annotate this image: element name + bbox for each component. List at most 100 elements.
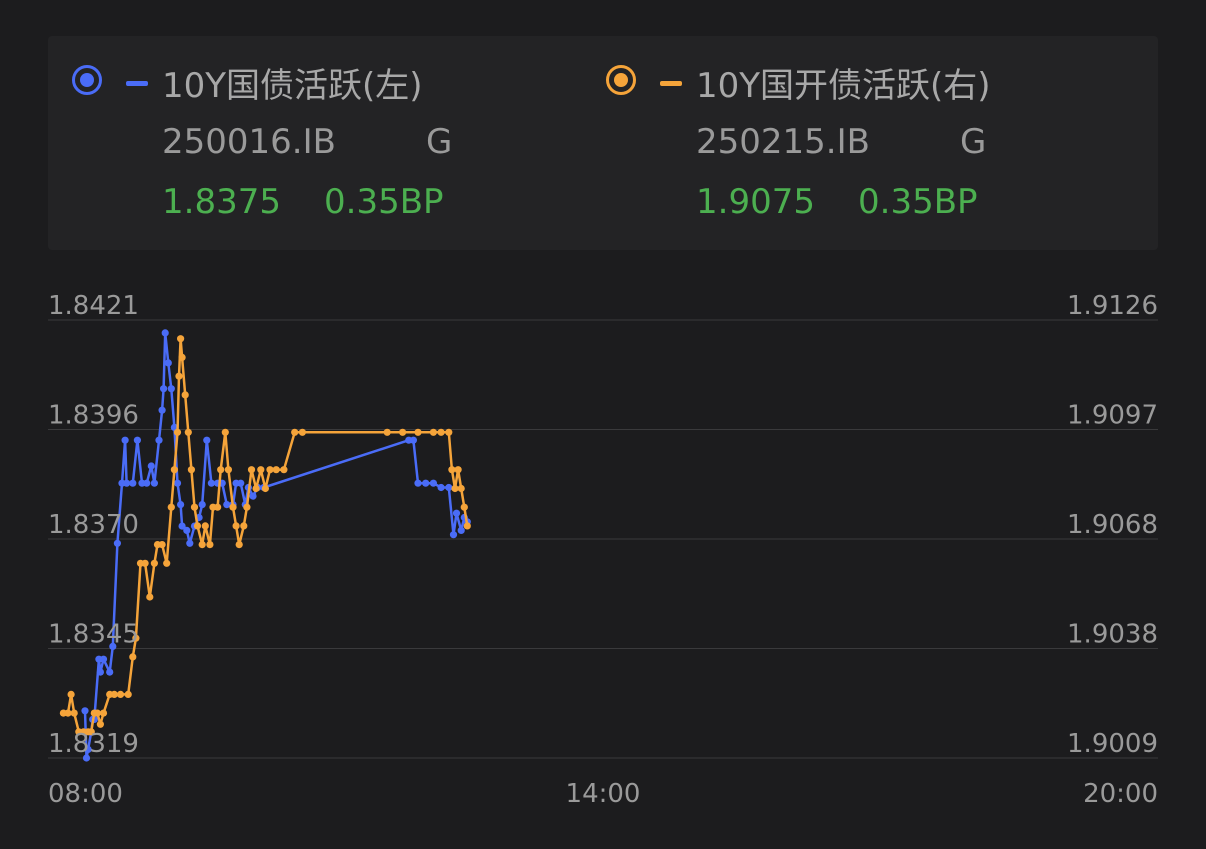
data-point [437,428,445,436]
y-left-tick-label: 1.8396 [48,401,139,431]
x-tick-label: 08:00 [48,779,123,809]
bond-yield: 1.9075 [696,182,815,222]
data-point [448,466,456,474]
data-point [429,428,437,436]
legend-panel: 10Y国债活跃(左) 250016.IB G 1.8375 0.35BP 10Y… [48,36,1158,250]
data-point [445,428,453,436]
data-point [187,466,195,474]
series-bond-10y [81,329,471,762]
data-point [429,479,437,487]
data-point [175,372,183,380]
data-point [96,720,104,728]
line-swatch-icon [126,81,148,86]
data-point [147,462,155,470]
data-point [298,428,306,436]
x-tick-label: 14:00 [566,779,641,809]
data-point [437,483,445,492]
data-point [158,406,166,414]
data-point [463,522,471,530]
data-point [173,428,182,436]
data-point [181,391,189,399]
data-point [198,501,206,509]
data-point [272,466,280,474]
data-point [178,353,186,361]
data-point [266,466,274,474]
data-point [457,484,465,493]
y-right-tick-label: 1.9068 [1067,510,1158,540]
data-point [133,436,141,444]
data-point [67,690,75,698]
data-point [252,484,260,493]
bond-change: 0.35BP [858,182,978,222]
data-point [123,479,131,487]
bond-change: 0.35BP [324,182,444,222]
data-point [207,479,215,487]
data-point [257,466,265,474]
data-point [383,428,391,436]
data-point [93,709,101,717]
data-point [449,531,458,539]
data-point [167,385,175,393]
chart-canvas[interactable]: 1.8421 1.9126 1.8396 1.9097 1.8370 1.9068 1.83… [0,270,1206,849]
data-point [247,466,256,474]
data-point [161,329,169,337]
data-point [143,479,151,487]
radio-selected-icon[interactable] [72,65,102,95]
legend-item-bond-10y[interactable]: 10Y国债活跃(左) 250016.IB G 1.8375 0.35BP [72,36,572,250]
data-point [198,541,206,549]
bond-grade: G [960,122,987,162]
data-point [217,466,225,474]
data-point [460,503,468,511]
data-point [113,539,121,547]
data-point [240,522,248,530]
data-point [203,436,211,444]
bond-code: 250016.IB [162,122,336,162]
data-point [223,501,231,509]
data-point [183,526,191,534]
data-point [454,466,462,474]
data-point [121,436,129,444]
data-point [399,428,407,436]
data-point [184,428,192,436]
series-line [83,331,469,760]
legend-item-cdb-10y[interactable]: 10Y国开债活跃(右) 250215.IB G 1.9075 0.35BP [606,36,1106,250]
data-point [96,668,104,676]
data-point [158,541,166,549]
y-left-tick-label: 1.8421 [48,291,139,321]
data-point [186,539,194,547]
data-point [81,707,89,715]
data-point [141,559,149,567]
y-left-tick-label: 1.8319 [48,729,139,759]
data-point [235,541,243,549]
data-point [70,709,78,717]
data-point [193,522,202,530]
data-point [214,503,222,511]
line-swatch-icon [660,81,682,86]
yield-chart[interactable]: 1.8421 1.9126 1.8396 1.9097 1.8370 1.9068 1.83… [0,270,1206,849]
data-point [190,503,199,511]
data-point [155,436,163,444]
data-point [129,479,137,487]
data-point [64,709,72,717]
y-right-tick-label: 1.9038 [1067,620,1158,650]
data-point [106,668,114,676]
data-point [150,479,158,487]
page-header-clipped [0,0,1206,10]
data-point [167,503,175,511]
data-point [221,428,229,436]
data-point [150,559,158,567]
data-point [249,492,257,500]
data-point [173,479,182,487]
x-tick-label: 20:00 [1083,779,1158,809]
data-point [243,503,251,511]
data-point [237,479,245,487]
data-point [177,335,185,343]
radio-selected-icon[interactable] [606,65,636,95]
data-point [457,526,465,534]
series-name: 10Y国开债活跃(右) [696,66,991,106]
y-left-tick-label: 1.8370 [48,510,139,540]
data-point [201,522,209,530]
data-point [164,359,172,367]
data-point [232,522,240,530]
data-point [445,483,453,492]
